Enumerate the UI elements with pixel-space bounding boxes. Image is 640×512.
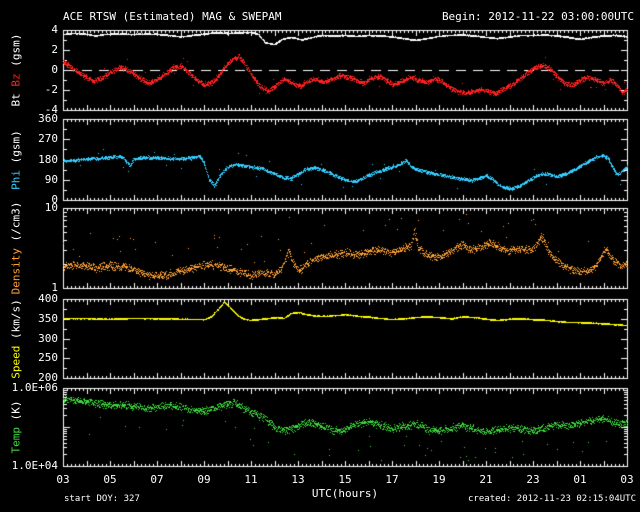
- ylabel-part: (/cm3): [9, 201, 23, 242]
- x-tick-label: 03: [56, 473, 70, 486]
- ylabel-part: Bt: [9, 86, 23, 107]
- x-tick-label: 11: [244, 473, 258, 486]
- x-tick-label: 15: [338, 473, 352, 486]
- ylabel-part: (gsm): [9, 33, 23, 67]
- x-tick-label: 23: [526, 473, 540, 486]
- begin-timestamp: Begin: 2012-11-22 03:00:00UTC: [441, 10, 634, 23]
- x-tick-label: 13: [291, 473, 305, 486]
- created-timestamp: created: 2012-11-23 02:15:04UTC: [468, 494, 636, 504]
- ylabel-part: Phi: [9, 162, 23, 190]
- panel-ylabel-phi: Phi (gsm): [10, 130, 23, 190]
- plot-canvas: [0, 0, 640, 512]
- x-tick-label: 17: [385, 473, 399, 486]
- ylabel-part: (K): [9, 400, 23, 421]
- ylabel-part: Speed: [9, 338, 23, 379]
- panel-ylabel-density: Density (/cm3): [10, 202, 23, 295]
- x-tick-label: 03: [620, 473, 634, 486]
- y-tick-label: 360: [38, 112, 58, 125]
- ace-rtsw-plot: ACE RTSW (Estimated) MAG & SWEPAM Begin:…: [0, 0, 640, 512]
- panel-ylabel-mag-bt-bz: Bt Bz (gsm): [10, 34, 23, 107]
- ylabel-part: Bz: [9, 66, 23, 87]
- x-tick-label: 07: [150, 473, 164, 486]
- x-tick-label: 21: [479, 473, 493, 486]
- panel-ylabel-speed: Speed (km/s): [10, 299, 23, 379]
- panel-ylabel-temp: Temp (K): [10, 401, 23, 454]
- x-tick-label: 09: [197, 473, 211, 486]
- ylabel-part: (km/s): [9, 298, 23, 339]
- x-tick-label: 19: [432, 473, 446, 486]
- y-tick-label: 1.0E+04: [11, 459, 58, 472]
- y-tick-label: 1.0E+06: [11, 381, 58, 394]
- ylabel-part: Temp: [9, 420, 23, 454]
- start-doy-label: start DOY: 327: [64, 494, 140, 504]
- ylabel-part: Density: [9, 241, 23, 295]
- x-tick-label: 01: [573, 473, 587, 486]
- page-title: ACE RTSW (Estimated) MAG & SWEPAM: [63, 10, 282, 23]
- ylabel-part: (gsm): [9, 129, 23, 163]
- x-tick-label: 05: [103, 473, 117, 486]
